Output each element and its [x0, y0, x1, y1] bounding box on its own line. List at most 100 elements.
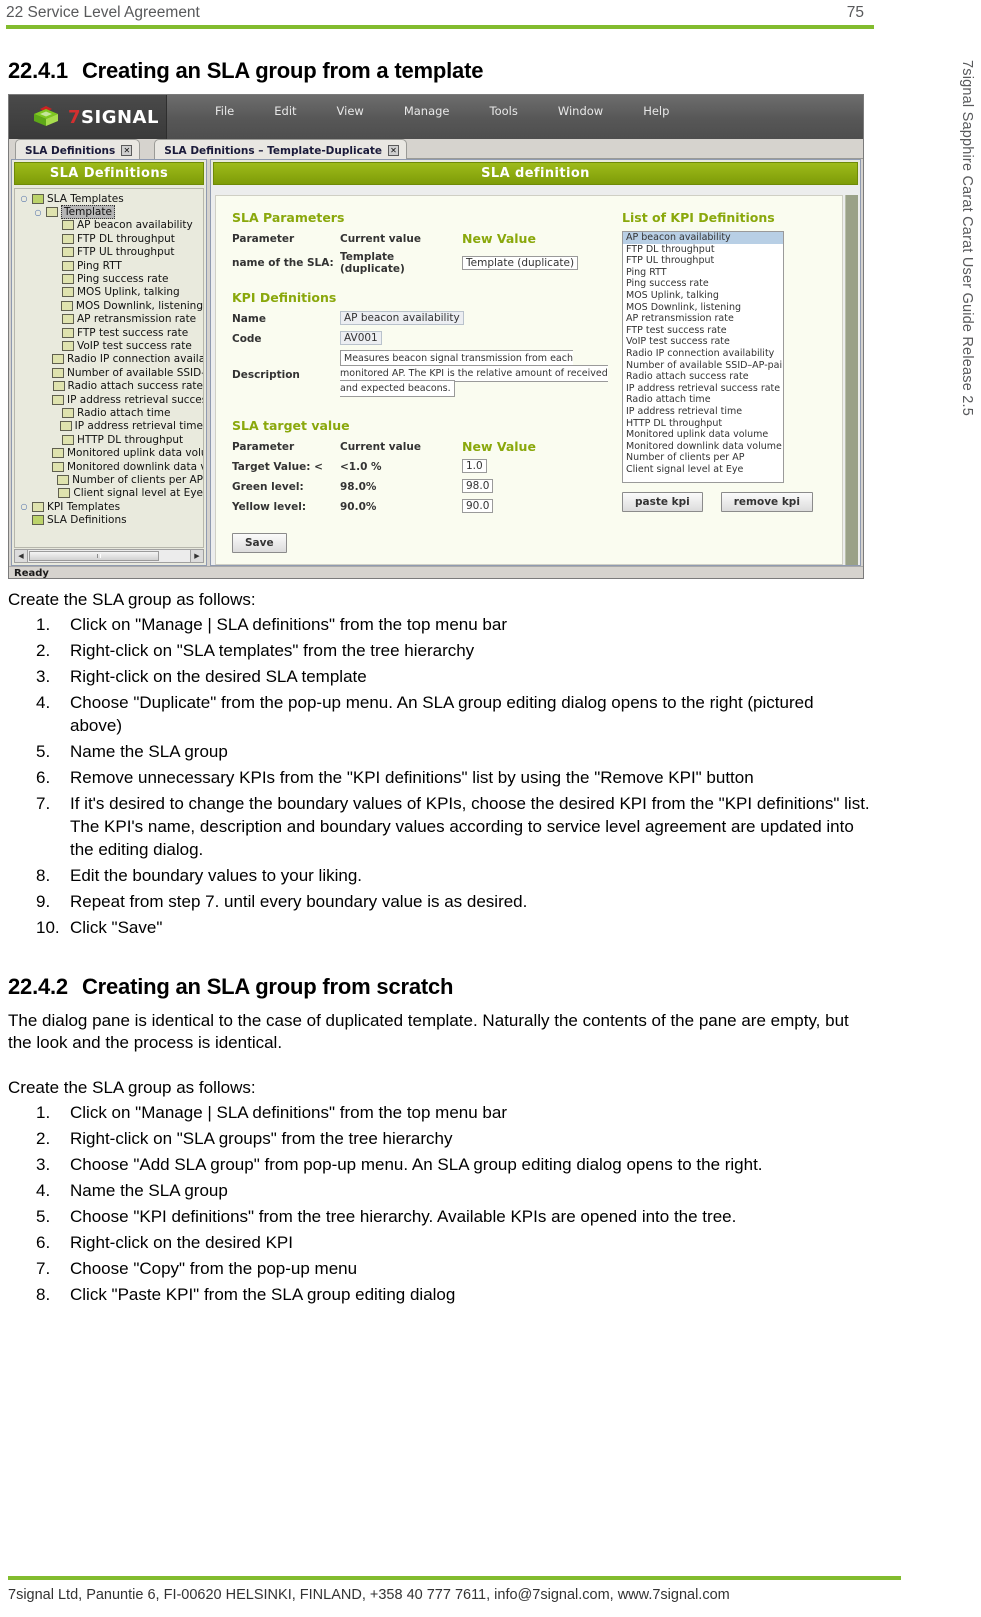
section-2-intro: The dialog pane is identical to the case… — [8, 1010, 849, 1053]
paste-kpi-button[interactable]: paste kpi — [622, 492, 703, 512]
scroll-track[interactable] — [160, 550, 190, 562]
kpi-list-item[interactable]: Radio attach time — [623, 394, 783, 406]
tab-sla-definitions-template-duplicate[interactable]: SLA Definitions – Template-Duplicate ✕ — [154, 139, 408, 159]
menu-item-window[interactable]: Window — [558, 104, 603, 118]
tree-node-label: Radio IP connection availability — [67, 353, 204, 366]
kpi-icon — [52, 381, 65, 392]
kpi-description-textarea[interactable]: Measures beacon signal transmission from… — [340, 350, 608, 397]
tree-node[interactable]: IP address retrieval time — [17, 420, 203, 433]
kpi-list-item[interactable]: Number of available SSID–AP-pairs — [623, 360, 783, 372]
kpi-list-item[interactable]: MOS Downlink, listening — [623, 302, 783, 314]
green-level-input[interactable]: 98.0 — [462, 479, 494, 494]
tree-node-label: Template — [61, 205, 115, 220]
kpi-list-item[interactable]: MOS Uplink, talking — [623, 290, 783, 302]
tree-node[interactable]: Radio IP connection availability — [17, 353, 203, 366]
menu-item-manage[interactable]: Manage — [404, 104, 450, 118]
def-form-canvas: SLA Parameters Parameter Current value N… — [215, 195, 843, 565]
kpi-list-item[interactable]: VoIP test success rate — [623, 336, 783, 348]
tree-node[interactable]: FTP test success rate — [17, 326, 203, 339]
tree-node[interactable]: IP address retrieval success rate — [17, 393, 203, 406]
tree-node[interactable]: AP beacon availability — [17, 219, 203, 232]
target-value-input[interactable]: 1.0 — [462, 459, 487, 474]
tree-node[interactable]: Monitored uplink data volume — [17, 446, 203, 459]
tree-node[interactable]: MOS Downlink, listening — [17, 299, 203, 312]
kpi-list-item[interactable]: Client signal level at Eye — [623, 464, 783, 476]
kpi-name-row: Name AP beacon availability — [232, 311, 614, 326]
kpi-list-item[interactable]: Ping success rate — [623, 278, 783, 290]
tree-node[interactable]: VoIP test success rate — [17, 339, 203, 352]
step-item: Edit the boundary values to your liking. — [36, 865, 363, 888]
kpi-list-item[interactable]: Monitored uplink data volume — [623, 429, 783, 441]
tree-node[interactable]: Radio attach success rate — [17, 379, 203, 392]
scroll-thumb[interactable] — [29, 551, 159, 561]
step-item: Right-click on the desired SLA template — [36, 666, 367, 689]
kpi-list-item[interactable]: Radio IP connection availability — [623, 348, 783, 360]
app-statusbar: Ready — [9, 566, 863, 578]
sla-name-input[interactable]: Template (duplicate) — [462, 255, 579, 270]
def-pane-vertical-scrollbar[interactable] — [845, 195, 858, 565]
kpi-icon — [62, 220, 74, 231]
menu-item-help[interactable]: Help — [643, 104, 669, 118]
tree-node[interactable]: AP retransmission rate — [17, 313, 203, 326]
tree-node[interactable]: Radio attach time — [17, 406, 203, 419]
kpi-code-field[interactable]: AV001 — [340, 331, 382, 345]
close-icon[interactable]: ✕ — [121, 145, 133, 156]
tree-node[interactable]: Client signal level at Eye — [17, 487, 203, 500]
document-side-title: 7signal Sapphire Carat Carat User Guide … — [959, 60, 975, 416]
tree-node[interactable]: Ping RTT — [17, 259, 203, 272]
tree-node[interactable]: ○ Template — [17, 205, 203, 220]
kpi-list-item[interactable]: HTTP DL throughput — [623, 418, 783, 430]
scroll-left-icon[interactable]: ◀ — [15, 550, 28, 562]
kpi-list-item[interactable]: Monitored downlink data volume — [623, 441, 783, 453]
menu-item-view[interactable]: View — [337, 104, 364, 118]
kpi-list-item[interactable]: Ping RTT — [623, 267, 783, 279]
tree-node-label: FTP DL throughput — [77, 232, 175, 245]
tree-node[interactable]: MOS Uplink, talking — [17, 286, 203, 299]
tree-expand-icon[interactable]: ○ — [19, 194, 29, 203]
tree-expand-icon[interactable]: ○ — [19, 502, 29, 511]
kpi-list-item[interactable]: FTP UL throughput — [623, 255, 783, 267]
tree-horizontal-scrollbar[interactable]: ◀ ▶ — [14, 549, 204, 563]
tree-node-label: Radio attach time — [77, 406, 171, 419]
tree-node[interactable]: ○ SLA Templates — [17, 192, 203, 205]
kpi-list-item[interactable]: AP retransmission rate — [623, 313, 783, 325]
tree-node[interactable]: Ping success rate — [17, 272, 203, 285]
kpi-definitions-listbox[interactable]: AP beacon availability FTP DL throughput F… — [622, 231, 784, 483]
tree-node[interactable]: ○ KPI Templates — [17, 500, 203, 513]
remove-kpi-button[interactable]: remove kpi — [720, 492, 813, 512]
tab-sla-definitions[interactable]: SLA Definitions ✕ — [15, 139, 141, 159]
tree-node[interactable]: Monitored downlink data volum — [17, 460, 203, 473]
tree-node[interactable]: FTP UL throughput — [17, 246, 203, 259]
scroll-right-icon[interactable]: ▶ — [190, 550, 203, 562]
kpi-name-field[interactable]: AP beacon availability — [340, 311, 464, 325]
kpi-definitions-title: KPI Definitions — [232, 290, 337, 305]
menu-item-tools[interactable]: Tools — [490, 104, 518, 118]
tree-node[interactable]: HTTP DL throughput — [17, 433, 203, 446]
close-icon[interactable]: ✕ — [388, 145, 400, 156]
tree-expand-icon[interactable]: ○ — [33, 208, 43, 217]
kpi-list-item[interactable]: IP address retrieval time — [623, 406, 783, 418]
tree-node-label: IP address retrieval success rate — [67, 393, 203, 406]
kpi-list-item[interactable]: AP beacon availability — [623, 232, 783, 244]
yellow-level-input[interactable]: 90.0 — [462, 499, 494, 514]
kpi-list-item[interactable]: IP address retrieval success rate — [623, 383, 783, 395]
tree-node[interactable]: Number of available SSID–AP-p — [17, 366, 203, 379]
sla-tree[interactable]: ○ SLA Templates ○ Template AP beacon availab… — [14, 188, 204, 548]
kpi-list-item[interactable]: FTP DL throughput — [623, 244, 783, 256]
app-menu-bar[interactable]: File Edit View Manage Tools Window Help — [167, 95, 669, 139]
menu-item-edit[interactable]: Edit — [274, 104, 296, 118]
kpi-list-item[interactable]: Radio attach success rate — [623, 371, 783, 383]
tree-node[interactable]: FTP DL throughput — [17, 232, 203, 245]
kpi-list-item[interactable]: Number of clients per AP — [623, 452, 783, 464]
save-button[interactable]: Save — [232, 533, 287, 554]
green-level-row: Green level: 98.0% 98.0 — [232, 479, 614, 494]
kpi-list-item[interactable]: FTP test success rate — [623, 325, 783, 337]
section-heading-2: 22.4.2 Creating an SLA group from scratc… — [8, 974, 870, 1000]
step-item: Remove unnecessary KPIs from the "KPI de… — [36, 767, 754, 790]
tree-node[interactable]: SLA Definitions — [17, 513, 203, 526]
tree-node[interactable]: Number of clients per AP — [17, 473, 203, 486]
menu-item-file[interactable]: File — [215, 104, 234, 118]
kpi-icon — [62, 314, 74, 325]
page-header: 22 Service Level Agreement 75 — [0, 0, 874, 29]
section-title-1: Creating an SLA group from a template — [81, 58, 484, 83]
